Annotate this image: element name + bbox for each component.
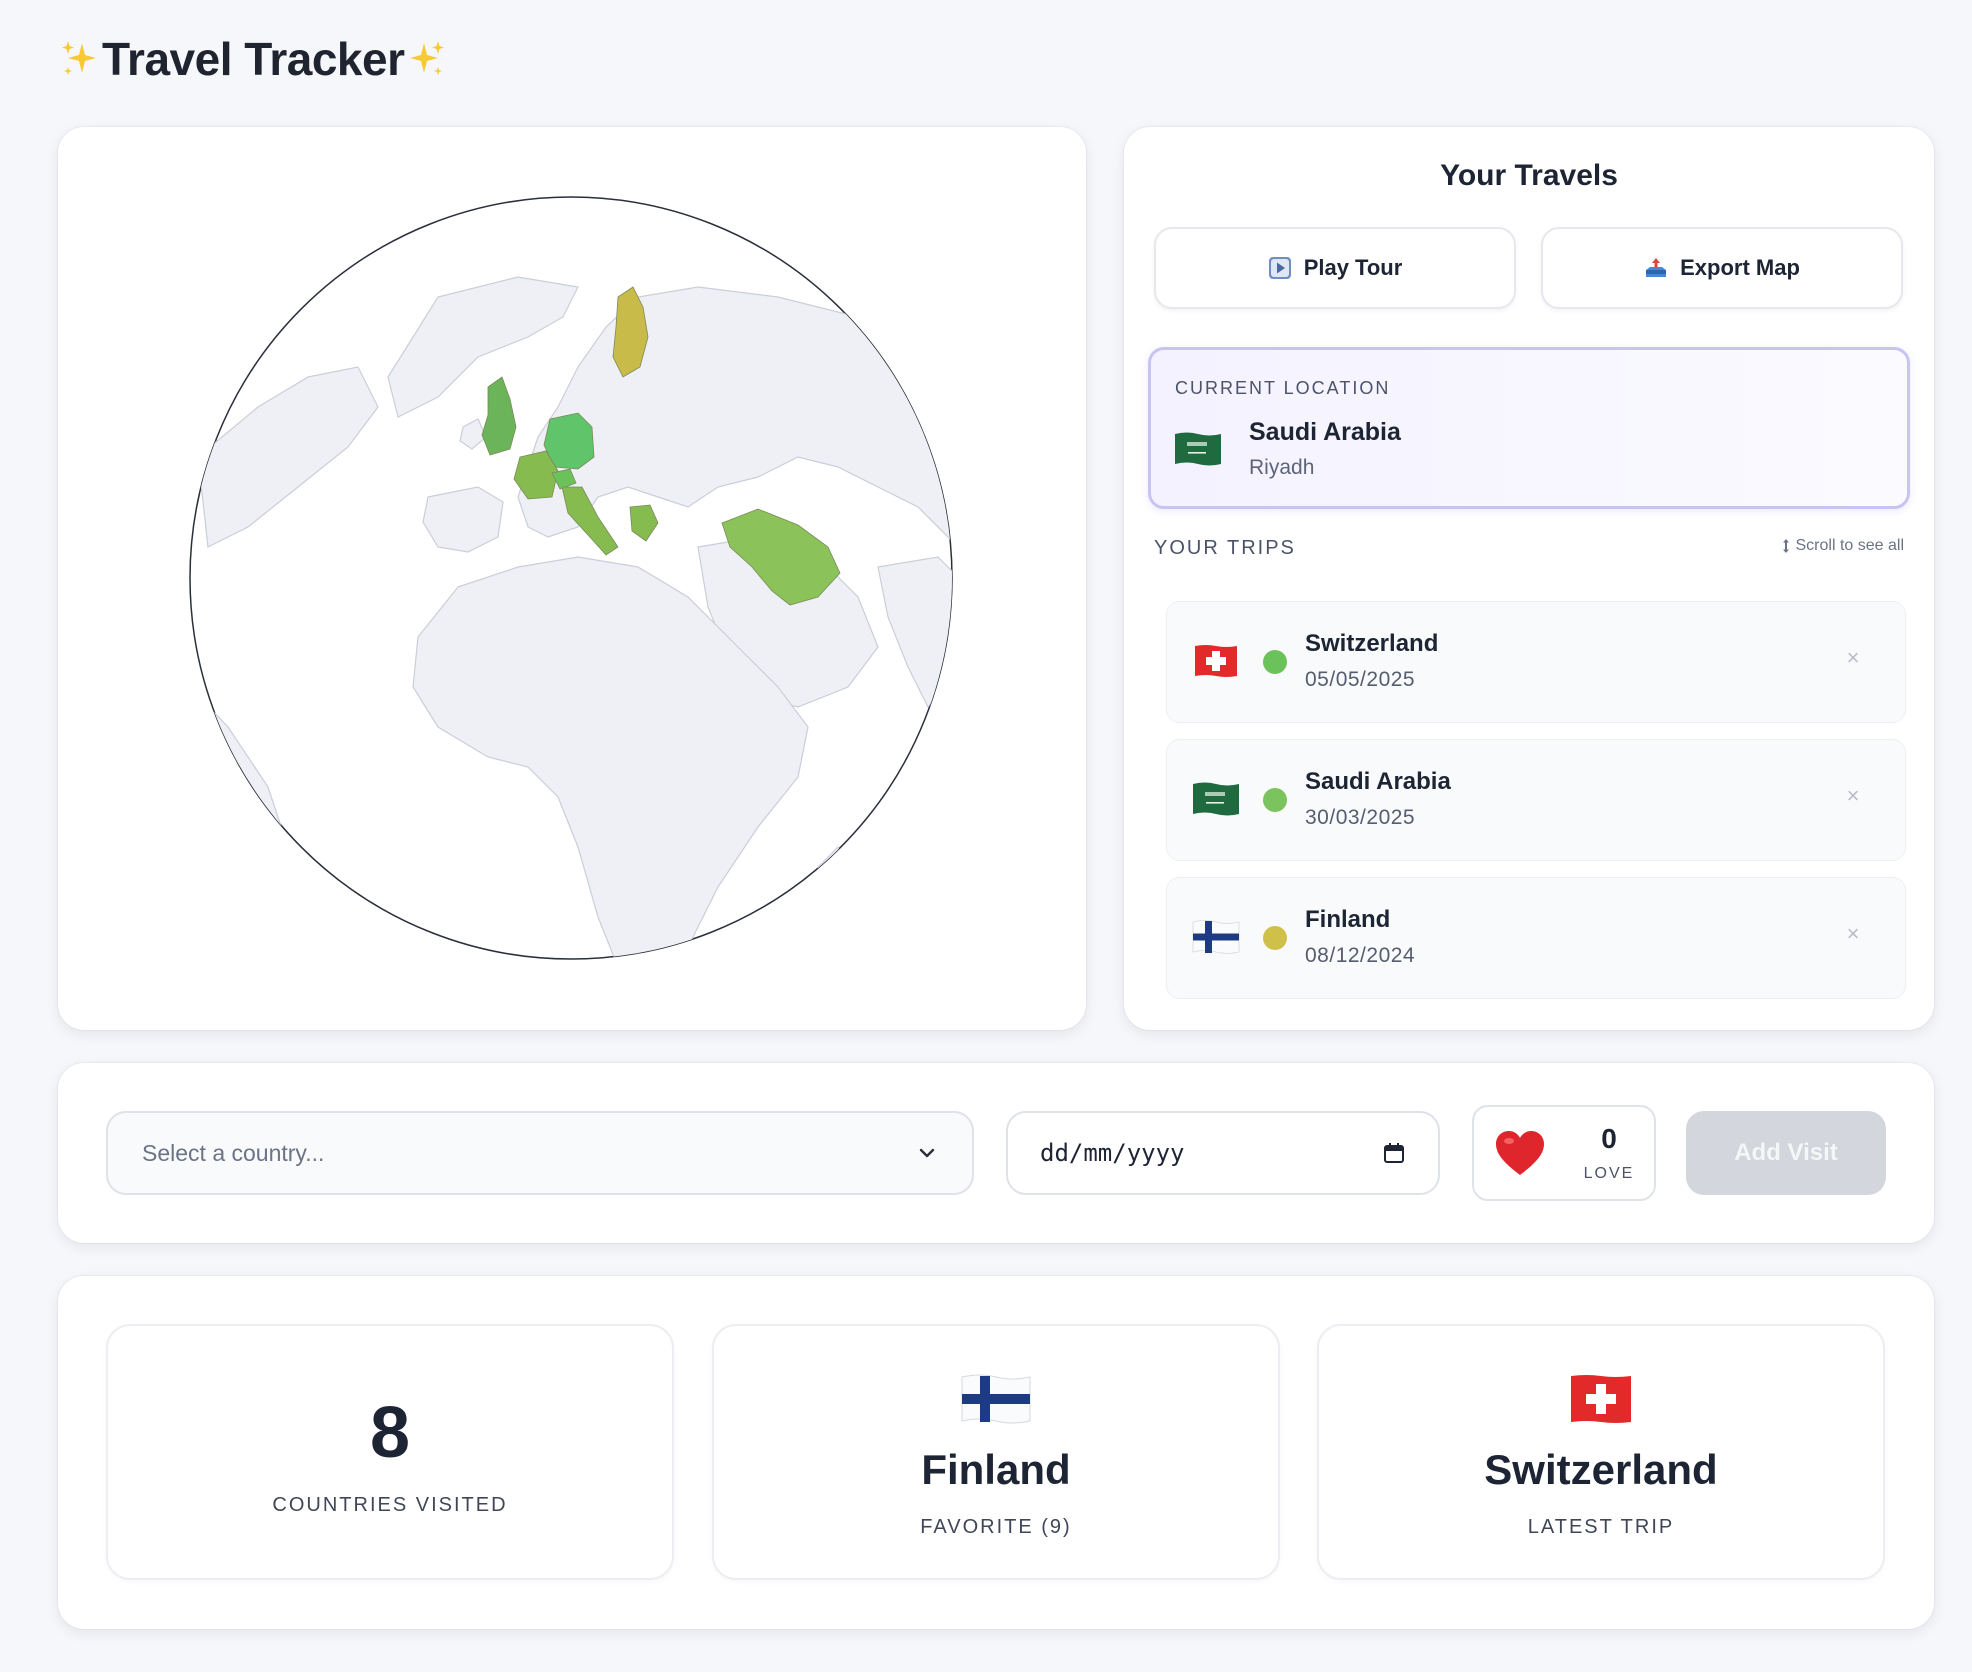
finland-flag-icon xyxy=(961,1374,1031,1424)
world-globe[interactable] xyxy=(58,127,1086,1030)
stat-favorite: Finland FAVORITE (9) xyxy=(712,1324,1280,1580)
trip-date: 30/03/2025 xyxy=(1305,806,1416,829)
play-tour-label: Play Tour xyxy=(1303,255,1403,280)
up-down-arrow-icon xyxy=(1782,539,1789,553)
app-title-text: Travel Tracker xyxy=(102,33,405,85)
country-select-placeholder: Select a country... xyxy=(142,1139,325,1166)
trip-date: 08/12/2024 xyxy=(1305,944,1416,967)
travels-title: Your Travels xyxy=(1440,159,1618,192)
trip-item-finland[interactable]: Finland 08/12/2024 × xyxy=(1166,877,1906,999)
saudi-arabia-flag-icon xyxy=(1175,432,1221,466)
app-title: Travel Tracker xyxy=(58,32,448,86)
love-count: 0 xyxy=(1601,1123,1617,1154)
remove-trip-button[interactable]: × xyxy=(1841,922,1865,946)
calendar-icon[interactable] xyxy=(1382,1141,1406,1165)
stat-latest-trip: Switzerland LATEST TRIP xyxy=(1317,1324,1885,1580)
export-map-label: Export Map xyxy=(1680,255,1800,280)
scroll-hint: Scroll to see all xyxy=(1780,537,1905,555)
stats-panel: 8 COUNTRIES VISITED Finland FAVORITE (9)… xyxy=(58,1276,1934,1629)
current-location-country: Saudi Arabia xyxy=(1249,418,1401,446)
finland-flag-icon xyxy=(1192,920,1240,954)
add-visit-form: Select a country... dd/mm/yyyy 0 LOVE Ad… xyxy=(58,1063,1934,1243)
trip-color-dot xyxy=(1263,788,1287,812)
countries-visited-label: COUNTRIES VISITED xyxy=(272,1494,508,1516)
switzerland-flag-icon xyxy=(1571,1375,1631,1423)
play-tour-button[interactable]: Play Tour xyxy=(1154,227,1516,309)
trip-country: Switzerland xyxy=(1305,630,1439,657)
love-counter[interactable]: 0 LOVE xyxy=(1472,1105,1656,1201)
current-location-label: CURRENT LOCATION xyxy=(1175,378,1391,398)
favorite-country: Finland xyxy=(921,1446,1071,1493)
remove-trip-button[interactable]: × xyxy=(1841,784,1865,808)
date-input[interactable]: dd/mm/yyyy xyxy=(1006,1111,1440,1195)
scroll-hint-text: Scroll to see all xyxy=(1795,537,1905,554)
countries-visited-count: 8 xyxy=(369,1393,411,1473)
trip-date: 05/05/2025 xyxy=(1305,668,1416,691)
travels-panel: Your Travels Play Tour Export Map CURREN… xyxy=(1124,127,1934,1030)
chevron-down-icon xyxy=(919,1148,935,1158)
sparkles-icon xyxy=(404,37,448,81)
trip-country: Saudi Arabia xyxy=(1305,768,1451,795)
trip-item-switzerland[interactable]: Switzerland 05/05/2025 × xyxy=(1166,601,1906,723)
favorite-label: FAVORITE (9) xyxy=(920,1516,1072,1538)
trip-item-saudi-arabia[interactable]: Saudi Arabia 30/03/2025 × xyxy=(1166,739,1906,861)
play-icon xyxy=(1268,257,1291,279)
current-location-city: Riyadh xyxy=(1249,456,1315,479)
latest-trip-label: LATEST TRIP xyxy=(1527,1516,1675,1538)
trips-section-label: YOUR TRIPS xyxy=(1154,537,1296,559)
export-map-button[interactable]: Export Map xyxy=(1541,227,1903,309)
current-location-card: CURRENT LOCATION Saudi Arabia Riyadh xyxy=(1148,347,1910,509)
switzerland-flag-icon xyxy=(1195,645,1237,677)
latest-country: Switzerland xyxy=(1484,1446,1718,1493)
saudi-arabia-flag-icon xyxy=(1193,782,1239,816)
stat-countries-visited: 8 COUNTRIES VISITED xyxy=(106,1324,674,1580)
heart-icon[interactable] xyxy=(1494,1129,1546,1179)
trip-color-dot xyxy=(1263,926,1287,950)
love-label: LOVE xyxy=(1583,1165,1635,1182)
trip-color-dot xyxy=(1263,650,1287,674)
add-visit-button[interactable]: Add Visit xyxy=(1686,1111,1886,1195)
trip-country: Finland xyxy=(1305,906,1391,933)
country-select[interactable]: Select a country... xyxy=(106,1111,974,1195)
map-card xyxy=(58,127,1086,1030)
outbox-tray-icon xyxy=(1646,258,1667,277)
date-input-placeholder: dd/mm/yyyy xyxy=(1040,1139,1185,1167)
remove-trip-button[interactable]: × xyxy=(1841,646,1865,670)
sparkles-icon xyxy=(58,37,102,81)
